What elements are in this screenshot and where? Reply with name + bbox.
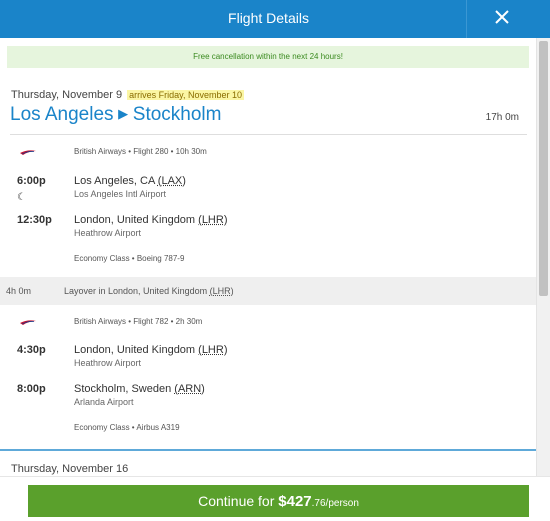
segment-1-arrive-city: London, United Kingdom (74, 214, 196, 226)
segment-1-depart-code[interactable]: (LAX) (158, 175, 186, 187)
layover-location: Layover in London, United Kingdom (64, 286, 208, 296)
route-destination: Stockholm (132, 104, 222, 125)
divider (10, 134, 527, 135)
scrollbar[interactable] (536, 38, 550, 476)
segment-2-depart-location: London, United Kingdom (LHR) (74, 344, 228, 356)
segment-2-cabin: Economy Class • Airbus A319 (74, 423, 180, 432)
segment-1-arrive-location: London, United Kingdom (LHR) (74, 214, 228, 226)
segment-2-arrive-location: Stockholm, Sweden (ARN) (74, 383, 205, 395)
header-bar: Flight Details (0, 0, 550, 38)
segment-1-arrive-airport: Heathrow Airport (74, 228, 142, 238)
segment-1-depart-city: Los Angeles, CA (74, 175, 155, 187)
segment-1-arrive-time: 12:30p (17, 214, 52, 226)
segment-1-cabin: Economy Class • Boeing 787-9 (74, 254, 185, 263)
segment-2-arrive-code[interactable]: (ARN) (174, 383, 205, 395)
layover-text: Layover in London, United Kingdom (LHR) (64, 286, 234, 296)
continue-price: $427 (278, 493, 312, 510)
segment-2-depart-airport: Heathrow Airport (74, 358, 142, 368)
segment-1-depart-time: 6:00p (17, 175, 46, 187)
trip-duration: 17h 0m (485, 112, 519, 123)
segment-1-arrive-code[interactable]: (LHR) (198, 214, 227, 226)
segment-2-depart-time: 4:30p (17, 344, 46, 356)
segment-2-depart-code[interactable]: (LHR) (198, 344, 227, 356)
section-divider (0, 449, 536, 451)
footer: Continue for $427.76/person (0, 476, 550, 521)
header-title: Flight Details (228, 10, 309, 26)
segment-2-arrive-city: Stockholm, Sweden (74, 383, 172, 395)
layover-bar: 4h 0m Layover in London, United Kingdom … (0, 277, 536, 305)
british-airways-logo-icon (20, 320, 36, 325)
segment-1-airline-info: British Airways • Flight 280 • 10h 30m (74, 147, 207, 156)
moon-icon: ☾ (17, 192, 26, 203)
scrollbar-thumb[interactable] (539, 41, 548, 296)
flight-details-panel: Free cancellation within the next 24 hou… (0, 38, 536, 476)
segment-2-arrive-time: 8:00p (17, 383, 46, 395)
route-origin: Los Angeles (10, 104, 114, 125)
arrives-tag: arrives Friday, November 10 (127, 90, 245, 100)
continue-button[interactable]: Continue for $427.76/person (28, 485, 529, 517)
continue-prefix: Continue for (198, 493, 279, 509)
segment-1-depart-airport: Los Angeles Intl Airport (74, 189, 167, 199)
layover-code[interactable]: (LHR) (210, 286, 234, 296)
return-date: Thursday, November 16 (11, 463, 129, 475)
outbound-date: Thursday, November 9 (11, 89, 123, 101)
cancellation-banner: Free cancellation within the next 24 hou… (7, 46, 529, 68)
segment-1-depart-location: Los Angeles, CA (LAX) (74, 175, 186, 187)
british-airways-logo-icon (20, 150, 36, 155)
close-icon (495, 10, 509, 24)
route-arrow-icon: ▶ (114, 106, 132, 121)
outbound-date-line: Thursday, November 9 arrives Friday, Nov… (11, 89, 245, 101)
continue-price-cents: .76/person (311, 498, 359, 509)
segment-2-arrive-airport: Arlanda Airport (74, 397, 134, 407)
route-title: Los Angeles ▶ Stockholm (10, 104, 221, 126)
segment-2-depart-city: London, United Kingdom (74, 344, 196, 356)
close-button[interactable] (466, 0, 536, 38)
layover-duration: 4h 0m (6, 286, 32, 296)
segment-2-airline-info: British Airways • Flight 782 • 2h 30m (74, 317, 203, 326)
